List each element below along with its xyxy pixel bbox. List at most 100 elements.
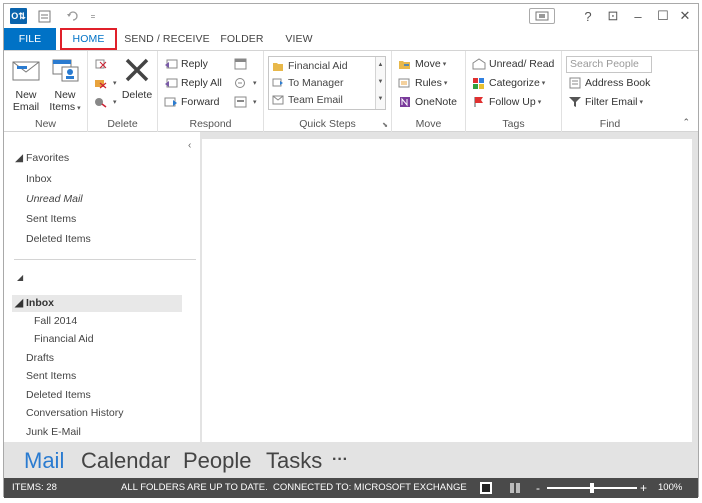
email-icon (272, 95, 284, 104)
maximize-button[interactable]: ☐ (652, 7, 674, 25)
reading-view-icon[interactable] (509, 482, 521, 494)
scroll-up-icon[interactable]: ▲ (376, 57, 385, 74)
favorite-deleted-items[interactable]: Deleted Items (26, 230, 91, 248)
zoom-in-icon[interactable]: + (640, 478, 647, 498)
nav-tasks[interactable]: Tasks (266, 448, 322, 474)
new-group: New Email New Items ▾ New (4, 51, 88, 132)
follow-up-button[interactable]: Follow Up ▾ (472, 93, 541, 110)
meeting-button[interactable] (234, 55, 251, 72)
quick-step-team-email[interactable]: Team Email (269, 91, 377, 108)
forward-button[interactable]: Forward (164, 93, 220, 110)
unread-read-button[interactable]: Unread/ Read (472, 55, 554, 72)
respond-group-label: Respond (189, 118, 232, 130)
restore-ribbon-button[interactable]: ⊡ (602, 7, 624, 25)
delete-icon (120, 57, 154, 86)
folder-pane: ‹ ◢ Favorites Inbox Unread Mail Sent Ite… (4, 132, 200, 442)
new-email-button[interactable]: New Email (8, 57, 44, 113)
search-people-input[interactable]: Search People (566, 56, 652, 73)
junk-button[interactable]: ▾ (94, 93, 117, 110)
ignore-button[interactable] (94, 55, 111, 72)
nav-mail[interactable]: Mail (24, 448, 64, 474)
delete-label: Delete (121, 89, 153, 101)
zoom-out-icon[interactable]: - (536, 478, 540, 498)
tab-file[interactable]: FILE (4, 28, 56, 50)
forward-mail-icon (272, 78, 283, 86)
delete-button[interactable]: Delete (120, 57, 154, 101)
delete-group: ▾ ▾ Delete Delete (88, 51, 158, 132)
quick-step-to-manager[interactable]: To Manager (269, 74, 377, 91)
help-button[interactable]: ? (577, 7, 599, 25)
rules-button[interactable]: Rules ▾ (398, 74, 447, 91)
onenote-button[interactable]: OneNote (398, 93, 457, 110)
zoom-level[interactable]: 100% (658, 478, 682, 498)
favorites-divider (14, 259, 196, 260)
categorize-icon (473, 77, 484, 89)
favorites-header[interactable]: ◢ Favorites (15, 149, 69, 167)
filter-email-button[interactable]: Filter Email ▾ (568, 93, 643, 110)
account-header[interactable]: ◢ (17, 269, 23, 287)
tab-view[interactable]: VIEW (279, 28, 319, 50)
connection-status: CONNECTED TO: MICROSOFT EXCHANGE (273, 482, 467, 493)
new-items-label-2: Items ▾ (49, 101, 81, 113)
new-email-label-2: Email (12, 101, 40, 113)
status-bar: ITEMS: 28 ALL FOLDERS ARE UP TO DATE. CO… (4, 478, 698, 498)
expand-gallery-icon[interactable]: ▼ (376, 91, 385, 108)
nav-calendar[interactable]: Calendar (81, 448, 170, 474)
outlook-logo-icon[interactable]: O⇅ (10, 8, 27, 24)
zoom-slider-thumb[interactable] (590, 483, 594, 493)
undo-icon[interactable] (64, 8, 80, 24)
sync-status: ALL FOLDERS ARE UP TO DATE. (121, 482, 268, 493)
categorize-button[interactable]: Categorize ▾ (472, 74, 545, 91)
more-respond-button[interactable]: ▾ (234, 93, 257, 110)
filter-icon (569, 96, 581, 107)
normal-view-icon[interactable] (480, 482, 492, 494)
tab-home[interactable]: HOME (60, 28, 117, 50)
nav-people[interactable]: People (183, 448, 252, 474)
move-group: Move ▾ Rules ▾ OneNote Move (392, 51, 466, 132)
ribbon: New Email New Items ▾ New ▾ ▾ Delete Del… (4, 50, 698, 132)
im-button[interactable]: ▾ (234, 74, 257, 91)
items-count: ITEMS: 28 (12, 482, 57, 493)
tab-folder[interactable]: FOLDER (217, 28, 267, 50)
find-group-label: Find (599, 118, 621, 130)
im-icon (235, 77, 245, 88)
scroll-down-icon[interactable]: ▼ (376, 74, 385, 91)
collapse-ribbon-icon[interactable]: ⌃ (682, 117, 690, 128)
reply-all-button[interactable]: Reply All (164, 74, 222, 91)
tab-send-receive[interactable]: SEND / RECEIVE (123, 28, 211, 50)
inbox-folder[interactable]: ◢ Inbox (15, 294, 54, 312)
quick-steps-dialog-launcher-icon[interactable]: ⬊ (382, 121, 388, 129)
quick-steps-scrollbar[interactable]: ▲ ▼ ▼ (375, 57, 385, 109)
rules-icon (398, 78, 410, 87)
delete-group-label: Delete (107, 118, 138, 130)
customize-qat-icon[interactable]: = (88, 8, 98, 24)
ribbon-display-options-icon[interactable] (529, 8, 555, 24)
minimize-button[interactable]: – (627, 7, 649, 25)
move-button[interactable]: Move ▾ (398, 55, 446, 72)
favorite-unread-mail[interactable]: Unread Mail (26, 190, 83, 208)
address-book-icon (569, 77, 581, 88)
favorite-inbox[interactable]: Inbox (26, 170, 52, 188)
close-button[interactable]: ✕ (674, 7, 696, 25)
move-icon (399, 60, 410, 69)
folder-drafts[interactable]: Drafts (26, 349, 54, 367)
folder-conversation-history[interactable]: Conversation History (26, 404, 123, 422)
send-receive-icon[interactable] (36, 8, 52, 24)
reply-button[interactable]: Reply (164, 55, 208, 72)
nav-more-icon[interactable]: ··· (332, 451, 348, 469)
address-book-button[interactable]: Address Book (568, 74, 650, 91)
folder-deleted-items[interactable]: Deleted Items (26, 386, 91, 404)
folder-sent-items[interactable]: Sent Items (26, 367, 76, 385)
clean-up-button[interactable]: ▾ (94, 74, 117, 91)
quick-step-financial-aid[interactable]: Financial Aid (269, 57, 377, 74)
folder-junk-email[interactable]: Junk E-Mail (26, 423, 81, 441)
folder-fall-2014[interactable]: Fall 2014 (34, 312, 77, 330)
folder-financial-aid[interactable]: Financial Aid (34, 330, 94, 348)
collapse-folder-pane-icon[interactable]: ‹ (188, 140, 191, 151)
onenote-icon (400, 96, 410, 107)
favorite-sent-items[interactable]: Sent Items (26, 210, 76, 228)
envelope-open-icon (472, 57, 486, 69)
new-items-button[interactable]: New Items ▾ (46, 57, 84, 115)
reading-pane[interactable] (202, 139, 692, 442)
flag-icon (474, 96, 483, 107)
